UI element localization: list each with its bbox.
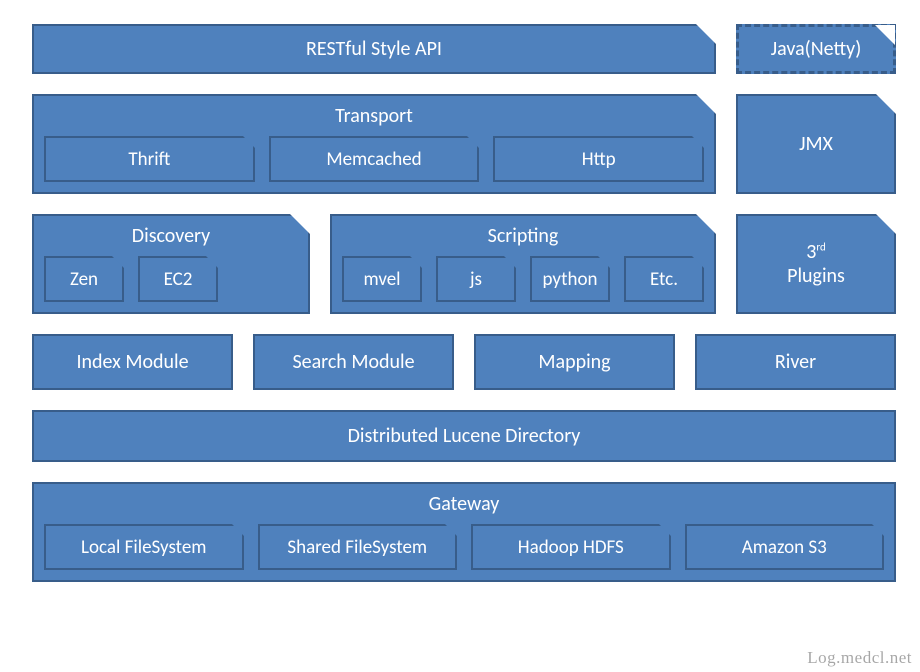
container-transport: Transport Thrift Memcached Http [32, 94, 716, 194]
box-search-module: Search Module [253, 334, 454, 390]
box-jmx: JMX [736, 94, 896, 194]
box-shared-fs: Shared FileSystem [258, 524, 458, 570]
box-amazon-s3: Amazon S3 [685, 524, 885, 570]
title-transport: Transport [44, 104, 704, 128]
label-jmx: JMX [799, 132, 833, 156]
box-restful-api: RESTful Style API [32, 24, 716, 74]
children-discovery: Zen EC2 [44, 256, 298, 302]
label-restful-api: RESTful Style API [306, 37, 442, 61]
title-discovery: Discovery [44, 224, 298, 248]
box-third-plugins: 3rd Plugins [736, 214, 896, 314]
box-zen: Zen [44, 256, 124, 302]
box-mapping: Mapping [474, 334, 675, 390]
box-python: python [530, 256, 610, 302]
children-transport: Thrift Memcached Http [44, 136, 704, 182]
watermark: Log.medcl.net [807, 648, 912, 668]
title-gateway: Gateway [44, 492, 884, 516]
box-index-module: Index Module [32, 334, 233, 390]
row-transport: Transport Thrift Memcached Http JMX [32, 94, 896, 194]
container-gateway: Gateway Local FileSystem Shared FileSyst… [32, 482, 896, 582]
box-dld: Distributed Lucene Directory [32, 410, 896, 462]
row-gateway: Gateway Local FileSystem Shared FileSyst… [32, 482, 896, 582]
container-scripting: Scripting mvel js python Etc. [330, 214, 716, 314]
box-ec2: EC2 [138, 256, 218, 302]
box-local-fs: Local FileSystem [44, 524, 244, 570]
box-thrift: Thrift [44, 136, 255, 182]
box-mvel: mvel [342, 256, 422, 302]
row-modules: Index Module Search Module Mapping River [32, 334, 896, 390]
children-scripting: mvel js python Etc. [342, 256, 704, 302]
children-gateway: Local FileSystem Shared FileSystem Hadoo… [44, 524, 884, 570]
box-river: River [695, 334, 896, 390]
label-third-plugins: 3rd [806, 240, 826, 264]
row-api: RESTful Style API Java(Netty) [32, 24, 896, 74]
row-dld: Distributed Lucene Directory [32, 410, 896, 462]
box-memcached: Memcached [269, 136, 480, 182]
title-scripting: Scripting [342, 224, 704, 248]
box-js: js [436, 256, 516, 302]
row-discovery-scripting: Discovery Zen EC2 Scripting mvel js pyth… [32, 214, 896, 314]
box-hadoop-hdfs: Hadoop HDFS [471, 524, 671, 570]
box-java-netty: Java(Netty) [736, 24, 896, 74]
box-etc: Etc. [624, 256, 704, 302]
label-java-netty: Java(Netty) [771, 37, 862, 61]
box-http: Http [493, 136, 704, 182]
container-discovery: Discovery Zen EC2 [32, 214, 310, 314]
